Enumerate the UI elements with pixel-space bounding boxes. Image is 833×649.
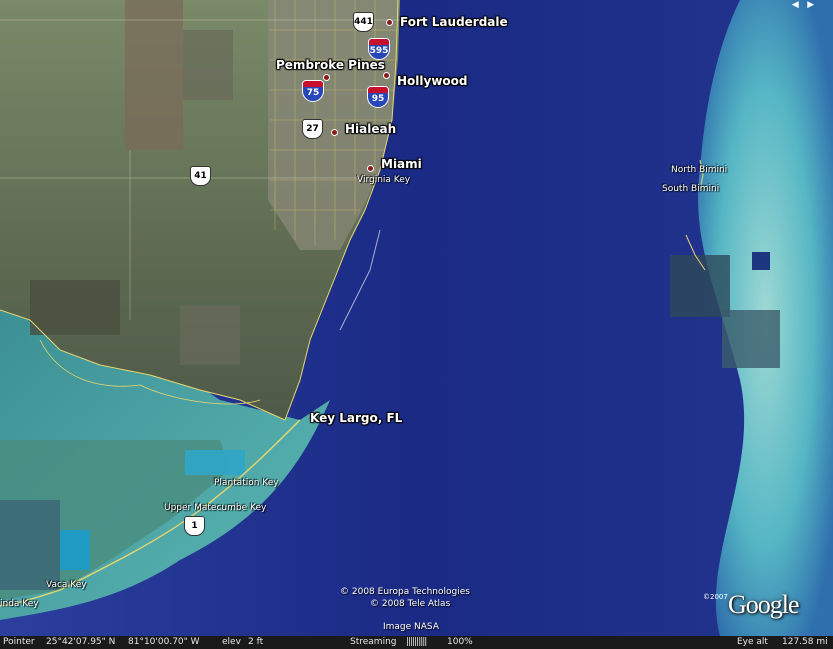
image-tile xyxy=(185,450,245,475)
city-label-fort-lauderdale[interactable]: Fort Lauderdale xyxy=(400,16,508,28)
place-label-vaca-key[interactable]: Vaca Key xyxy=(46,581,87,590)
elevation-label: elev xyxy=(222,637,241,647)
imagery-credit: Image NASA xyxy=(383,622,439,632)
image-tile xyxy=(30,280,120,335)
us-441-shield: 441 xyxy=(353,12,374,32)
city-label-hialeah[interactable]: Hialeah xyxy=(345,123,396,135)
image-tile xyxy=(183,30,233,100)
copyright-europa: © 2008 Europa Technologies xyxy=(340,587,470,597)
pointer-latitude: 25°42'07.95" N xyxy=(46,637,116,647)
eye-altitude-label: Eye alt xyxy=(737,637,768,647)
interstate-595-shield: 595 xyxy=(368,38,390,60)
image-tile xyxy=(180,305,240,365)
copyright-tele-atlas: © 2008 Tele Atlas xyxy=(370,599,451,609)
city-marker[interactable] xyxy=(383,72,390,79)
satellite-imagery xyxy=(0,0,833,636)
google-logo: Google xyxy=(728,590,800,619)
image-tile xyxy=(0,500,60,590)
image-tile xyxy=(125,0,183,150)
image-tile xyxy=(752,252,770,270)
image-tile xyxy=(670,255,730,317)
interstate-75-shield: 75 xyxy=(302,80,324,102)
place-label-virginia-key[interactable]: Virginia Key xyxy=(357,176,410,185)
navigation-controls-icon[interactable]: ◀ ▶ xyxy=(773,0,833,10)
city-label-miami[interactable]: Miami xyxy=(381,158,422,170)
eye-altitude-value: 127.58 mi xyxy=(782,637,828,647)
place-label-inda-key[interactable]: inda Key xyxy=(0,600,39,609)
city-label-hollywood[interactable]: Hollywood xyxy=(397,75,468,87)
streaming-label: Streaming xyxy=(350,637,397,647)
interstate-95-shield: 95 xyxy=(367,86,389,108)
place-label-north-bimini[interactable]: North Bimini xyxy=(671,166,727,175)
city-label-key-largo[interactable]: Key Largo, FL xyxy=(310,412,402,424)
place-label-south-bimini[interactable]: South Bimini xyxy=(662,185,719,194)
city-label-pembroke-pines[interactable]: Pembroke Pines xyxy=(276,59,385,71)
status-bar: Pointer 25°42'07.95" N 81°10'00.70" W el… xyxy=(0,636,833,649)
image-tile xyxy=(60,530,90,570)
map-viewport[interactable]: 441 595 75 95 27 41 1 Fort Lauderdale Pe… xyxy=(0,0,833,636)
logo-year: ©2007 xyxy=(703,593,728,601)
elevation-value: 2 ft xyxy=(248,637,264,647)
us-1-shield: 1 xyxy=(184,516,205,536)
streaming-percent: 100% xyxy=(447,637,473,647)
us-27-shield: 27 xyxy=(302,119,323,139)
place-label-upper-matecumbe-key[interactable]: Upper Matecumbe Key xyxy=(164,504,266,513)
pointer-longitude: 81°10'00.70" W xyxy=(128,637,200,647)
city-marker[interactable] xyxy=(367,165,374,172)
streaming-progress-bar: |||||||||| xyxy=(406,637,427,647)
city-marker[interactable] xyxy=(386,19,393,26)
pointer-label: Pointer xyxy=(3,637,35,647)
city-marker[interactable] xyxy=(323,74,330,81)
place-label-plantation-key[interactable]: Plantation Key xyxy=(214,479,279,488)
image-tile xyxy=(722,310,780,368)
us-41-shield: 41 xyxy=(190,166,211,186)
city-marker[interactable] xyxy=(331,129,338,136)
